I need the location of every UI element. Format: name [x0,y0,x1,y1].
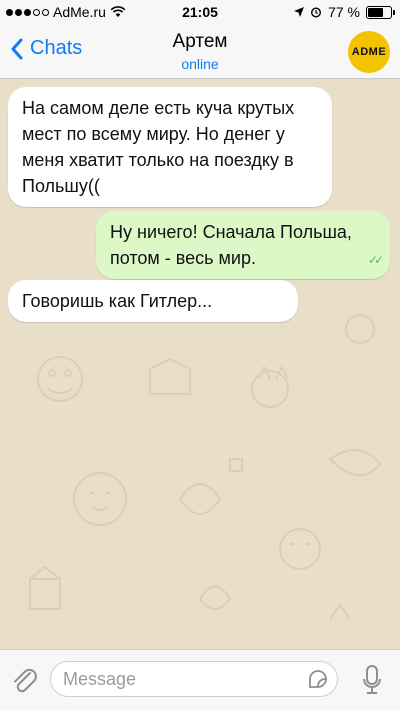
message-text: Говоришь как Гитлер... [22,291,213,311]
avatar[interactable]: ADME [348,31,390,73]
message-outgoing[interactable]: Ну ничего! Сначала Польша, потом - весь … [96,211,390,279]
contact-status: online [181,56,219,72]
message-text: Ну ничего! Сначала Польша, потом - весь … [110,222,352,268]
message-composer [0,649,400,710]
sticker-icon[interactable] [307,668,329,690]
contact-name[interactable]: Артем [0,31,400,53]
paperclip-icon[interactable] [10,664,38,696]
alarm-icon [311,7,322,18]
message-text: На самом деле есть куча крутых мест по в… [22,98,295,196]
message-incoming[interactable]: Говоришь как Гитлер... [8,280,298,322]
status-bar: AdMe.ru 21:05 77 % [0,0,400,24]
read-checkmarks-icon: ✓✓ [367,253,384,267]
message-incoming[interactable]: На самом деле есть куча крутых мест по в… [8,87,332,207]
location-arrow-icon [294,7,305,17]
battery-icon [366,5,395,19]
status-right: 77 % [294,4,395,20]
message-field[interactable] [50,661,338,697]
chat-header: Chats Артем online ADME [0,24,400,79]
battery-level-fill [368,7,384,17]
chat-area[interactable]: На самом деле есть куча крутых мест по в… [0,79,400,650]
microphone-icon[interactable] [362,664,382,696]
battery-percent: 77 % [328,4,360,20]
message-input[interactable] [61,668,295,691]
